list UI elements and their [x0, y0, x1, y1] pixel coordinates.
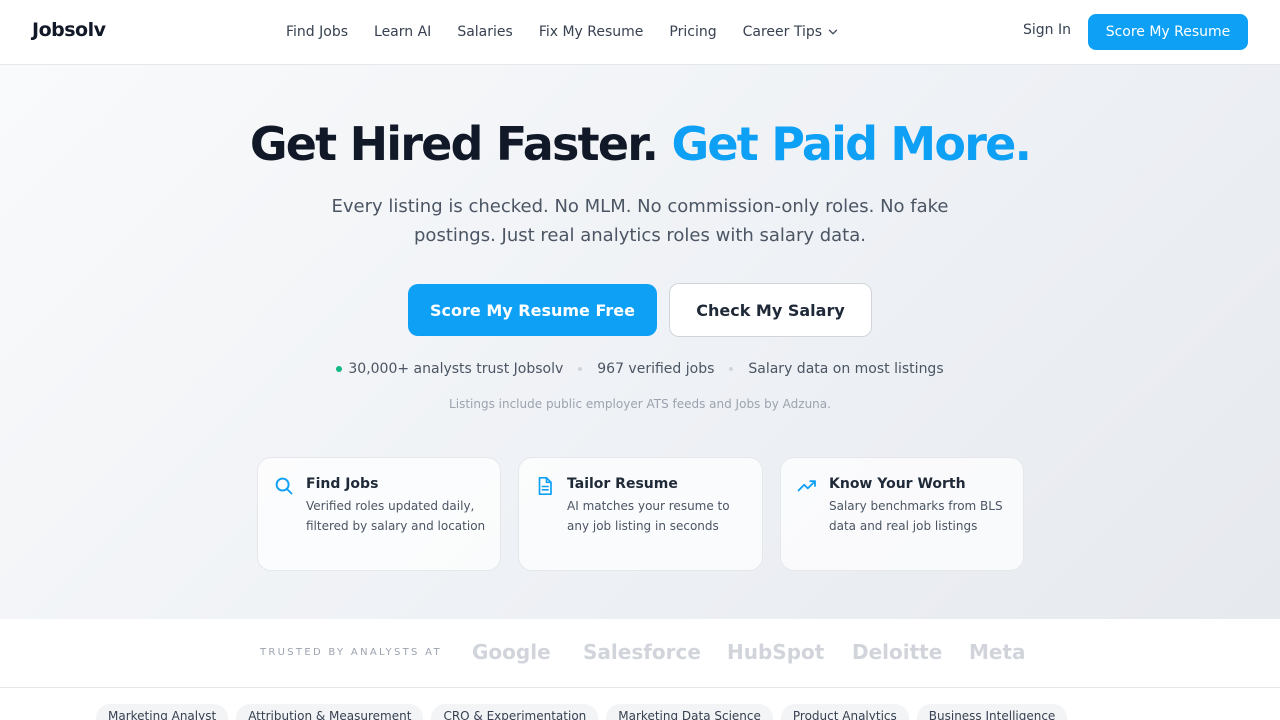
category-chips: Marketing Analyst Attribution & Measurem… [96, 704, 1075, 720]
feature-description: Salary benchmarks from BLS data and real… [829, 499, 1003, 533]
listings-source-note: Listings include public employer ATS fee… [449, 397, 831, 411]
stat-verified-jobs: 967 verified jobs [597, 361, 715, 377]
brand-logo-google: Google [472, 640, 551, 664]
logo[interactable]: Jobsolv [32, 19, 106, 41]
stat-separator [578, 367, 583, 371]
feature-card-tailor-resume[interactable]: Tailor Resume AI matches your resume to … [518, 457, 763, 571]
chip-marketing-analyst[interactable]: Marketing Analyst [96, 704, 229, 720]
headline-accent: Get Paid More. [671, 117, 1032, 171]
feature-title: Tailor Resume [567, 476, 678, 492]
nav-fix-my-resume[interactable]: Fix My Resume [539, 24, 644, 40]
hero-section: Get Hired Faster. Get Paid More. Every l… [0, 65, 1280, 619]
hero-subheading: Every listing is checked. No MLM. No com… [331, 196, 949, 246]
chip-cro-experimentation[interactable]: CRO & Experimentation [431, 704, 599, 720]
feature-title: Find Jobs [306, 476, 379, 492]
brand-logo-deloitte: Deloitte [852, 640, 943, 664]
site-header: Jobsolv Find Jobs Learn AI Salaries Fix … [0, 0, 1280, 65]
chip-product-analytics[interactable]: Product Analytics [780, 704, 909, 720]
nav-pricing[interactable]: Pricing [669, 24, 716, 40]
nav-career-tips-label: Career Tips [742, 24, 823, 40]
brand-logo-hubspot: HubSpot [727, 640, 825, 664]
check-salary-button[interactable]: Check My Salary [669, 283, 872, 337]
trust-stats: 30,000+ analysts trust Jobsolv 967 verif… [0, 361, 1280, 377]
chevron-down-icon [828, 29, 838, 35]
score-resume-free-button[interactable]: Score My Resume Free [408, 284, 657, 336]
feature-card-know-your-worth[interactable]: Know Your Worth Salary benchmarks from B… [780, 457, 1024, 571]
stat-salary-data: Salary data on most listings [748, 361, 944, 377]
document-icon [538, 476, 552, 496]
feature-description: Verified roles updated daily, filtered b… [306, 499, 486, 533]
nav-learn-ai[interactable]: Learn AI [374, 24, 431, 40]
status-dot [336, 366, 343, 372]
chip-marketing-data-science[interactable]: Marketing Data Science [606, 704, 773, 720]
score-resume-header-button[interactable]: Score My Resume [1088, 14, 1248, 50]
feature-description: AI matches your resume to any job listin… [567, 499, 730, 533]
chip-attribution-measurement[interactable]: Attribution & Measurement [236, 704, 424, 720]
nav-career-tips[interactable]: Career Tips [743, 24, 838, 40]
stat-analysts: 30,000+ analysts trust Jobsolv [348, 361, 564, 377]
brand-logo-meta: Meta [969, 640, 1026, 664]
trusted-label: TRUSTED BY ANALYSTS AT [260, 647, 442, 658]
chip-business-intelligence[interactable]: Business Intelligence [916, 704, 1068, 720]
stat-separator [729, 367, 734, 371]
nav-salaries[interactable]: Salaries [457, 24, 513, 40]
feature-card-find-jobs[interactable]: Find Jobs Verified roles updated daily, … [257, 457, 501, 571]
trusted-logos-strip: TRUSTED BY ANALYSTS AT Google Salesforce… [0, 619, 1280, 688]
headline-primary: Get Hired Faster. [249, 117, 659, 171]
sign-in-link[interactable]: Sign In [1023, 22, 1071, 38]
search-icon [275, 477, 293, 495]
feature-title: Know Your Worth [829, 476, 966, 492]
brand-logo-salesforce: Salesforce [583, 640, 701, 664]
nav-find-jobs[interactable]: Find Jobs [286, 24, 348, 40]
hero-headline: Get Hired Faster. Get Paid More. [0, 117, 1280, 171]
trending-up-icon [797, 480, 816, 492]
main-nav: Find Jobs Learn AI Salaries Fix My Resum… [286, 0, 838, 64]
